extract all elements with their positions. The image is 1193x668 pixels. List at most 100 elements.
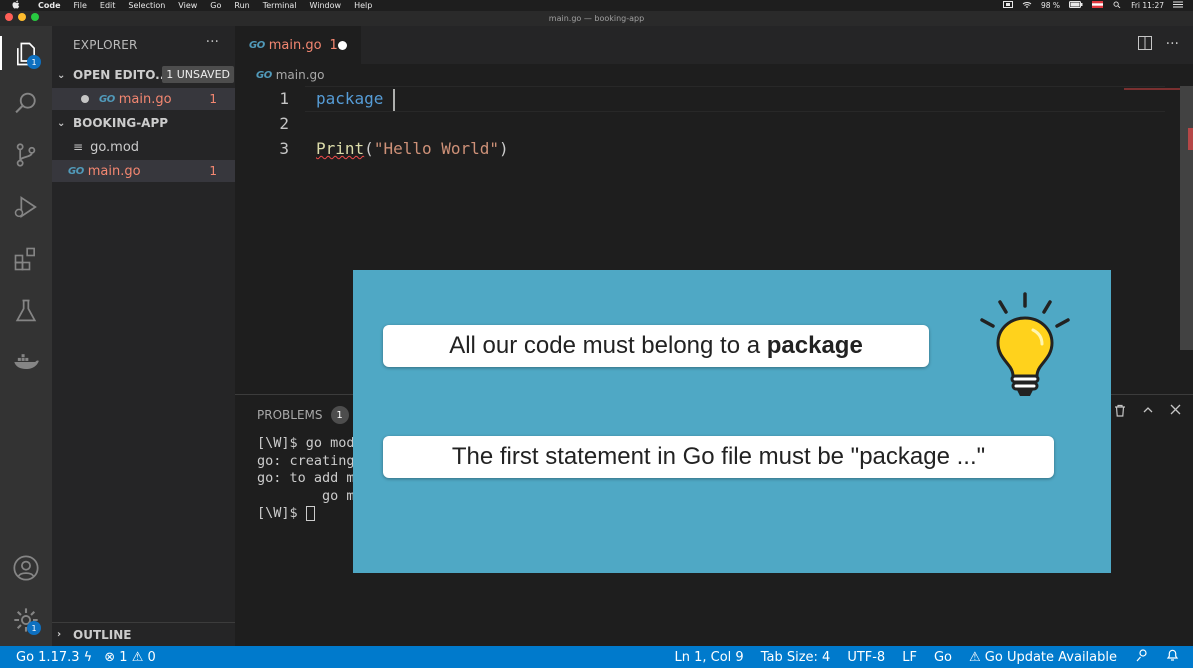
trash-icon[interactable]: [1114, 404, 1126, 421]
accounts-button[interactable]: [10, 552, 42, 584]
booking-app-folder[interactable]: ⌄ BOOKING-APP: [52, 112, 235, 134]
chevron-down-icon: ⌄: [57, 117, 66, 129]
tab-main-go[interactable]: GO main.go 1: [235, 26, 361, 64]
explorer-button[interactable]: 1: [10, 38, 42, 70]
zoom-window-button[interactable]: [31, 13, 39, 21]
outline-label: OUTLINE: [73, 627, 132, 642]
more-actions-icon[interactable]: ···: [1166, 36, 1179, 54]
go-version[interactable]: Go 1.17.3 ϟ: [16, 650, 92, 665]
problem-count: 1: [209, 164, 217, 178]
explorer-more-actions-button[interactable]: ···: [206, 34, 219, 50]
file-label: main.go: [87, 163, 141, 179]
terminal-prompt: [\W]$: [257, 505, 306, 521]
battery-icon[interactable]: [1069, 1, 1083, 10]
flag-icon[interactable]: [1092, 1, 1104, 10]
screen-record-icon[interactable]: [1003, 1, 1013, 10]
go-update-status[interactable]: ⚠ Go Update Available: [969, 650, 1117, 665]
wifi-icon[interactable]: [1022, 1, 1032, 10]
docker-button[interactable]: [10, 346, 42, 378]
paren-token: (: [364, 139, 374, 158]
activity-bar: 1 1: [0, 26, 52, 646]
extensions-button[interactable]: [10, 243, 42, 275]
editor-scrollbar[interactable]: [1180, 86, 1193, 350]
settings-badge: 1: [27, 621, 41, 635]
problems-status[interactable]: ⊗ 1 ⚠ 0: [104, 650, 156, 665]
breadcrumb-file[interactable]: main.go: [276, 68, 325, 82]
language-mode[interactable]: Go: [934, 650, 952, 665]
chevron-right-icon: ›: [57, 629, 62, 640]
close-panel-icon[interactable]: [1170, 404, 1181, 421]
account-icon: [13, 555, 39, 581]
unsaved-dot-icon[interactable]: [338, 41, 347, 50]
source-control-button[interactable]: [10, 139, 42, 171]
line-number: 3: [279, 139, 289, 158]
problem-count: 1: [209, 92, 217, 106]
extensions-icon: [14, 247, 35, 271]
warning-icon: ⚠: [131, 649, 144, 665]
end-of-line[interactable]: LF: [902, 650, 917, 665]
breadcrumb[interactable]: GO main.go: [235, 64, 1193, 86]
terminal-cursor: [305, 505, 315, 521]
notifications-bell-icon[interactable]: [1166, 648, 1179, 666]
lightning-icon: ϟ: [83, 649, 93, 665]
tab-problems[interactable]: PROBLEMS: [257, 408, 323, 422]
file-label: go.mod: [90, 139, 140, 155]
paren-token: ): [499, 139, 509, 158]
maximize-panel-icon[interactable]: [1142, 404, 1154, 421]
unsaved-dot-icon[interactable]: [81, 95, 89, 103]
callout-first-statement-note: The first statement in Go file must be "…: [383, 436, 1054, 478]
docker-icon: [14, 354, 39, 369]
menu-run[interactable]: Run: [234, 1, 249, 10]
menu-window[interactable]: Window: [310, 1, 342, 10]
tab-problem-count: 1: [329, 37, 338, 53]
menu-app-code[interactable]: Code: [38, 1, 61, 10]
tab-size[interactable]: Tab Size: 4: [761, 650, 831, 665]
encoding[interactable]: UTF-8: [847, 650, 885, 665]
testing-button[interactable]: [10, 295, 42, 327]
outline-section[interactable]: › OUTLINE: [52, 622, 235, 646]
search-icon: [15, 92, 36, 114]
window-title: main.go — booking-app: [548, 14, 645, 23]
menu-file[interactable]: File: [74, 1, 87, 10]
menu-edit[interactable]: Edit: [100, 1, 116, 10]
close-window-button[interactable]: [5, 13, 13, 21]
run-debug-button[interactable]: [10, 191, 42, 223]
macos-menubar: Code File Edit Selection View Go Run Ter…: [0, 0, 1193, 11]
menu-help[interactable]: Help: [354, 1, 372, 10]
open-editor-main-go[interactable]: GO main.go 1: [52, 88, 235, 110]
menu-terminal[interactable]: Terminal: [263, 1, 297, 10]
explorer-badge: 1: [27, 55, 41, 69]
open-editor-file-label: main.go: [118, 91, 172, 107]
search-button[interactable]: [10, 87, 42, 119]
menubar-clock[interactable]: Fri 11:27: [1131, 1, 1164, 10]
callout-bold-text: package: [766, 332, 863, 359]
callout-text: All our code must belong to a: [449, 332, 767, 359]
file-main-go[interactable]: GO main.go 1: [52, 160, 235, 182]
apple-icon[interactable]: [12, 0, 24, 12]
feedback-icon[interactable]: [1134, 648, 1149, 666]
menu-selection[interactable]: Selection: [128, 1, 165, 10]
split-editor-icon[interactable]: [1137, 36, 1152, 54]
active-indicator: [0, 36, 2, 70]
keyword-token: package: [316, 89, 394, 108]
menu-view[interactable]: View: [178, 1, 197, 10]
warning-count: 0: [147, 649, 156, 665]
warning-icon: ⚠: [968, 649, 981, 665]
control-center-icon[interactable]: [1173, 1, 1183, 10]
code-line-3[interactable]: Print("Hello World"): [316, 136, 509, 162]
source-control-icon: [16, 143, 36, 167]
file-go-mod[interactable]: ≡ go.mod: [52, 136, 235, 158]
status-bar: Go 1.17.3 ϟ ⊗ 1 ⚠ 0 Ln 1, Col 9 Tab Size…: [0, 646, 1193, 668]
tutorial-callout: All our code must belong to a package Th…: [353, 270, 1111, 573]
code-line-1[interactable]: package: [316, 86, 396, 112]
go-file-icon: GO: [68, 165, 84, 177]
minimize-window-button[interactable]: [18, 13, 26, 21]
cursor-position[interactable]: Ln 1, Col 9: [675, 650, 744, 665]
manage-settings-button[interactable]: 1: [10, 604, 42, 636]
window-titlebar: main.go — booking-app: [0, 11, 1193, 26]
editor-tab-bar: GO main.go 1 ···: [235, 26, 1193, 64]
spotlight-search-icon[interactable]: [1112, 1, 1122, 10]
line-number: 1: [279, 89, 289, 108]
menu-go[interactable]: Go: [210, 1, 221, 10]
open-editors-section[interactable]: ⌄ OPEN EDITO... 1 UNSAVED: [52, 64, 235, 86]
